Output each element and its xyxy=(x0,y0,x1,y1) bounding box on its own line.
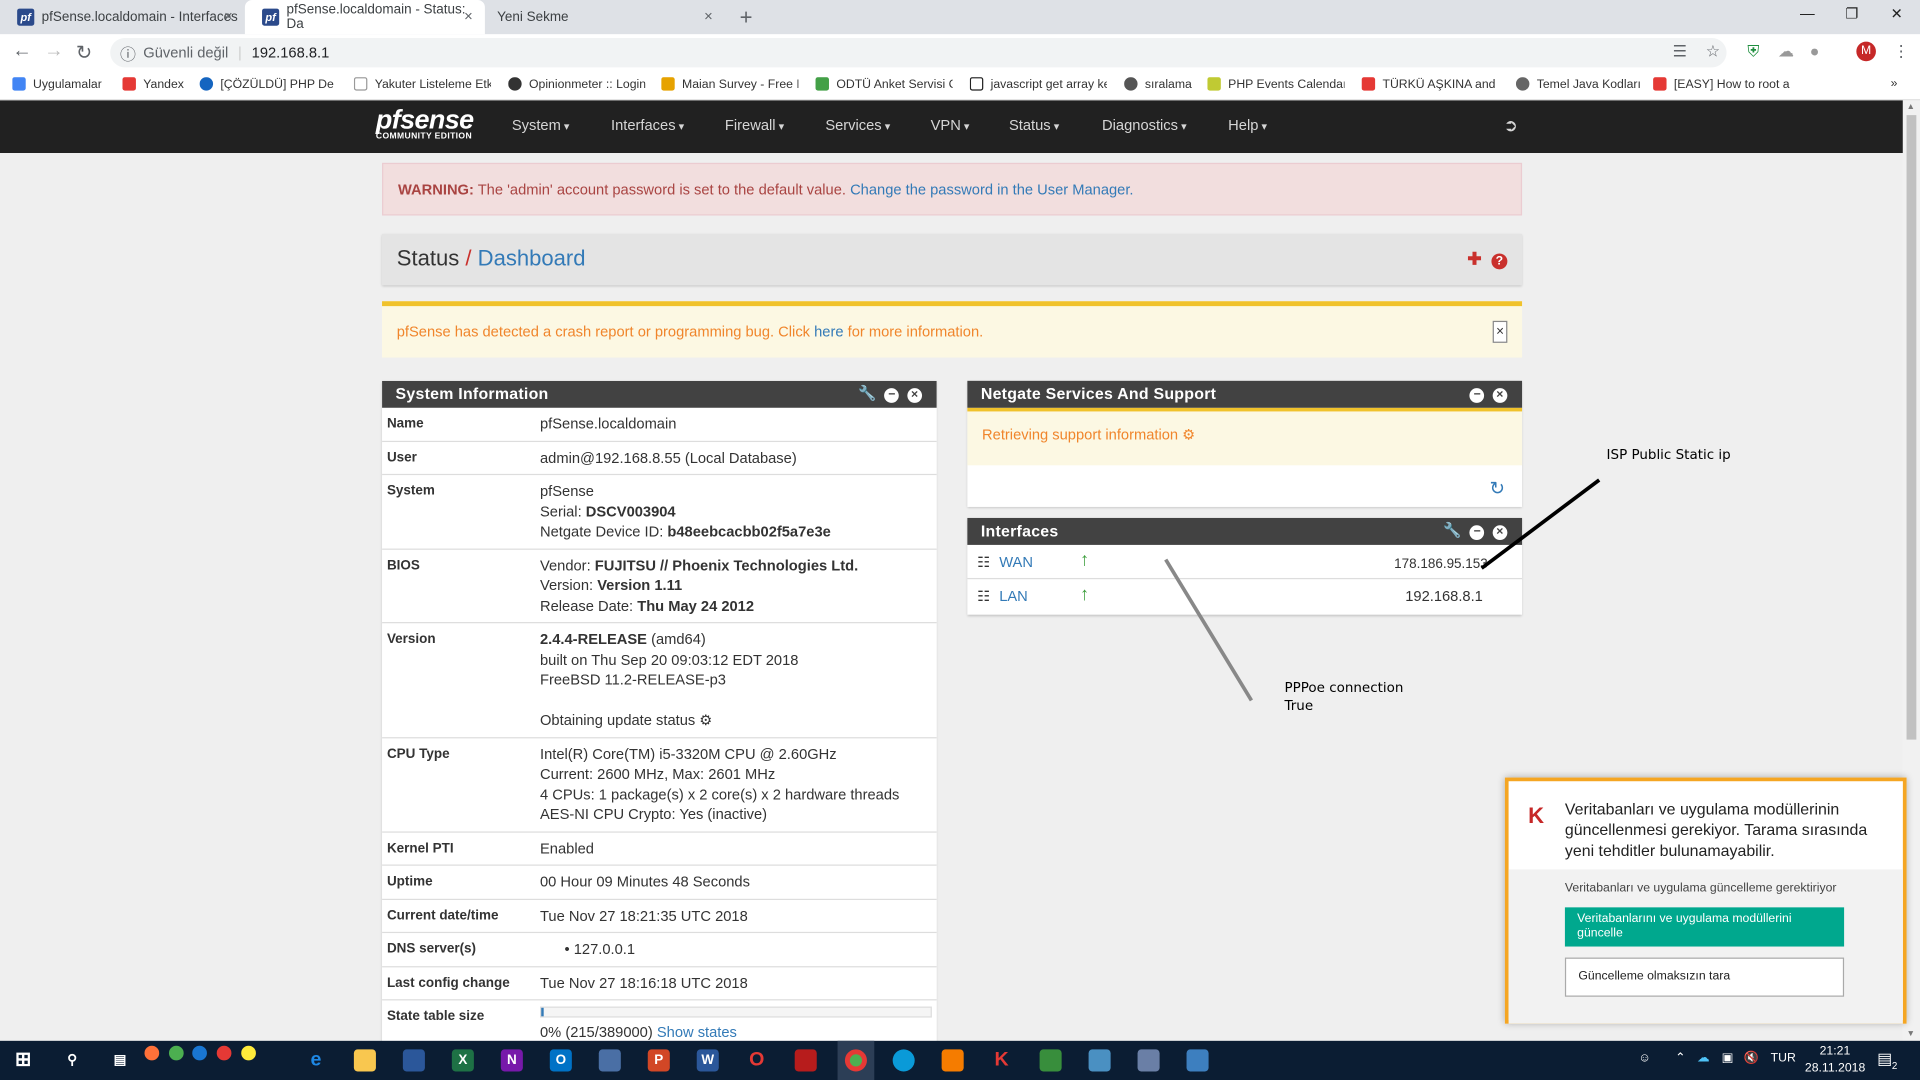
notification-subtext: Veritabanları ve uygulama güncelleme ger… xyxy=(1564,881,1837,896)
ie-icon[interactable] xyxy=(192,1045,207,1061)
kaspersky-logo-icon: K xyxy=(1528,803,1545,828)
onedrive-icon[interactable]: ☁ xyxy=(1697,1052,1709,1065)
action-center-icon[interactable]: ▤ xyxy=(1877,1049,1892,1069)
isp-arrow-line xyxy=(1480,478,1601,570)
search-icon[interactable]: ⚲ xyxy=(61,1049,83,1071)
people-icon[interactable]: ☺ xyxy=(1638,1052,1651,1065)
clock-time[interactable]: 21:21 xyxy=(1820,1044,1851,1057)
chrome-taskbar-button[interactable] xyxy=(837,1040,875,1080)
task-view-icon[interactable]: ▤ xyxy=(109,1049,131,1071)
tools-app-icon[interactable] xyxy=(1186,1049,1209,1072)
isp-annotation: ISP Public Static ip xyxy=(1606,446,1731,463)
network-tray-icon[interactable]: ▣ xyxy=(1722,1052,1734,1065)
windows-taskbar: ⊞ ⚲ ▤ e X N O P W O K ☺ ⌃ ☁ ▣ 🔇 TUR 21:2… xyxy=(0,1040,1920,1080)
sql-app-icon[interactable] xyxy=(1039,1049,1062,1072)
kaspersky-notification: K Veritabanları ve uygulama modüllerinin… xyxy=(1504,777,1907,1024)
windows-start-icon[interactable]: ⊞ xyxy=(12,1049,34,1071)
pppoe-annotation: PPPoe connection xyxy=(1284,679,1404,696)
outlook-icon[interactable]: O xyxy=(549,1049,572,1072)
store-icon[interactable] xyxy=(402,1049,425,1072)
kaspersky-icon[interactable]: K xyxy=(991,1049,1013,1071)
scan-without-update-button[interactable]: Güncelleme olmaksızın tara xyxy=(1564,957,1845,997)
onenote-icon[interactable]: N xyxy=(500,1049,523,1072)
remote-desktop-icon[interactable] xyxy=(1088,1049,1111,1072)
firefox-icon[interactable] xyxy=(144,1045,160,1061)
chrome-small-icon[interactable] xyxy=(168,1045,184,1061)
notification-actions: Veritabanları ve uygulama güncelleme ger… xyxy=(1508,869,1903,1024)
opera-small-icon[interactable] xyxy=(216,1045,232,1061)
chrome-icon xyxy=(844,1049,867,1072)
network-app-icon[interactable] xyxy=(598,1049,621,1072)
powerpoint-icon[interactable]: P xyxy=(647,1049,670,1072)
pppoe-annotation-value: True xyxy=(1284,697,1314,714)
volume-muted-icon[interactable]: 🔇 xyxy=(1744,1052,1759,1065)
notification-message: Veritabanları ve uygulama modüllerinin g… xyxy=(1564,799,1868,860)
file-explorer-icon[interactable] xyxy=(353,1049,376,1072)
word-icon[interactable]: W xyxy=(696,1049,719,1072)
yandex-browser-icon[interactable] xyxy=(241,1045,256,1061)
update-databases-button[interactable]: Veritabanlarını ve uygulama modüllerini … xyxy=(1564,907,1845,947)
language-indicator[interactable]: TUR xyxy=(1771,1052,1796,1065)
media-app-icon[interactable] xyxy=(794,1049,817,1072)
printer-app-icon[interactable] xyxy=(1137,1049,1160,1072)
tray-expand-icon[interactable]: ⌃ xyxy=(1675,1052,1685,1065)
excel-icon[interactable]: X xyxy=(451,1049,474,1072)
opera-icon[interactable]: O xyxy=(746,1049,768,1071)
notification-count: 2 xyxy=(1891,1060,1898,1072)
sublime-icon[interactable] xyxy=(941,1049,964,1072)
clock-date[interactable]: 28.11.2018 xyxy=(1805,1062,1865,1075)
edge-icon[interactable]: e xyxy=(305,1049,327,1071)
pppoe-arrow-line xyxy=(1164,558,1254,702)
screen: pf pfSense.localdomain - Interfaces × pf… xyxy=(0,0,1920,1080)
teamviewer-icon[interactable] xyxy=(892,1049,915,1072)
